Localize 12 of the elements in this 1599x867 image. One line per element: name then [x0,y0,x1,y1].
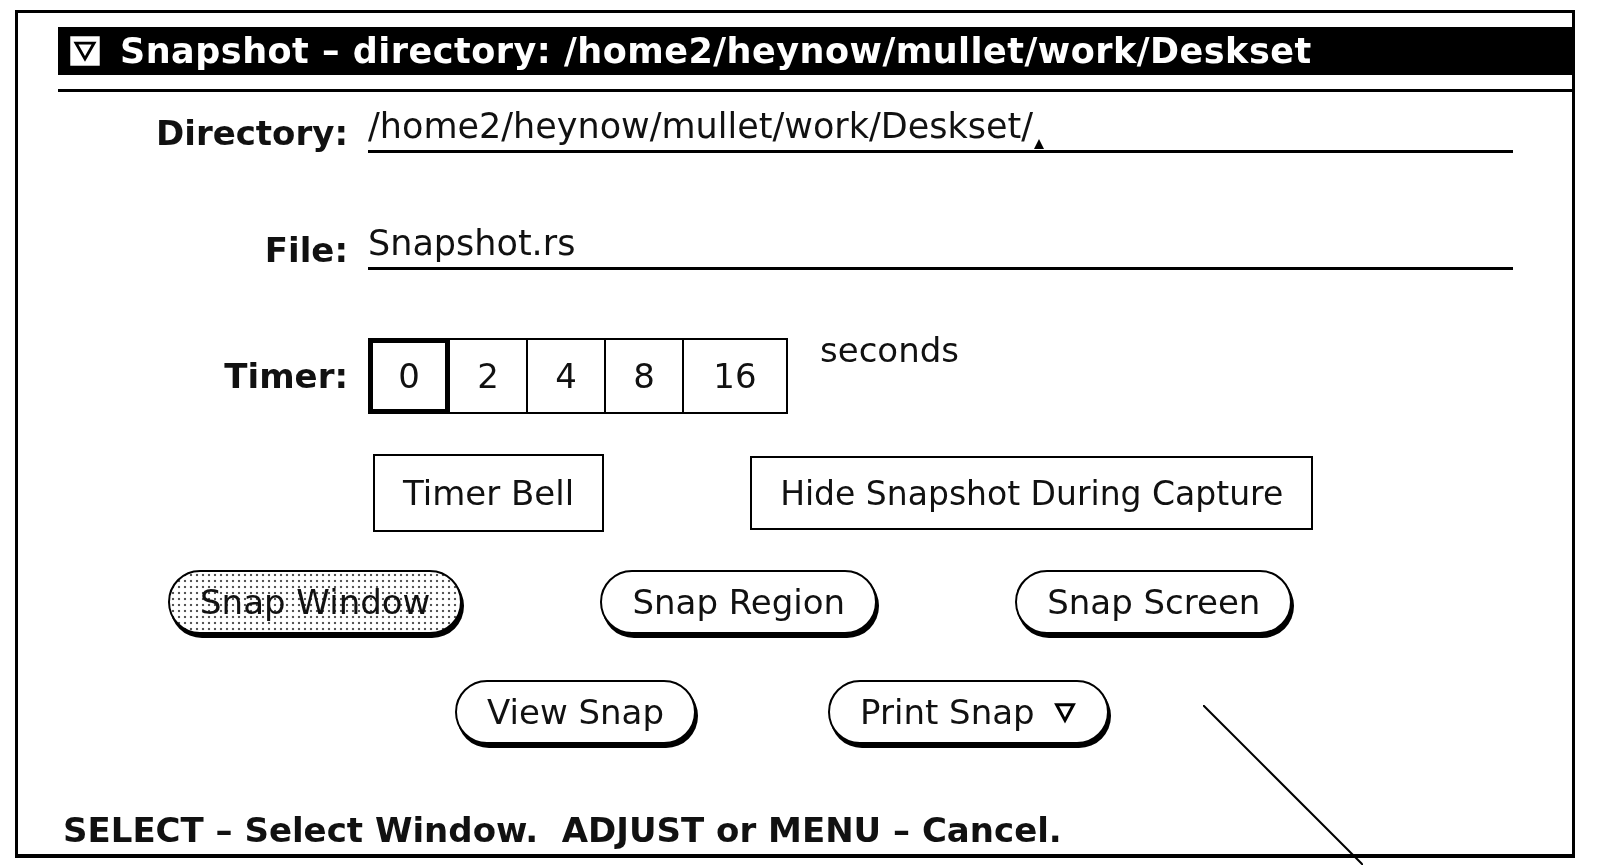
toggle-button[interactable]: Hide Snapshot During Capture [750,456,1314,530]
window-title: Snapshot – directory: /home2/heynow/mullet/work/Deskset [120,31,1312,71]
timer-choice[interactable]: 0 [370,340,448,412]
field-label: File: [263,230,348,270]
window-menu-icon[interactable] [68,34,102,68]
footer-message: SELECT – Select Window. ADJUST or MENU – Cancel. [63,810,1062,850]
text-field[interactable]: Snapshot.rs [368,223,1513,270]
field-label: Timer: [223,356,348,396]
toggle-button[interactable]: Timer Bell [373,454,605,532]
unit-label: seconds [820,330,959,370]
field-label: Directory: [155,113,348,153]
text-field[interactable]: /home2/heynow/mullet/work/Deskset/ [368,106,1513,153]
